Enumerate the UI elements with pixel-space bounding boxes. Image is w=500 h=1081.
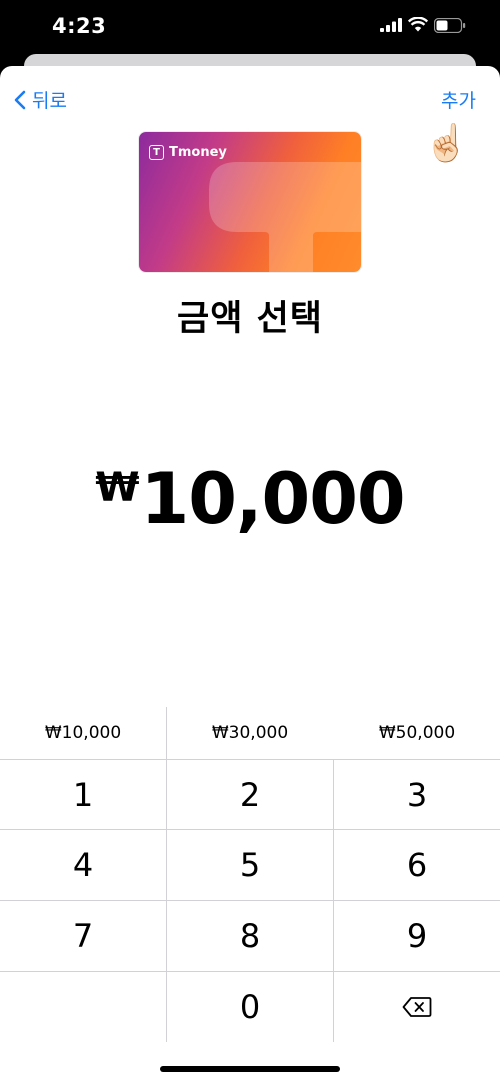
currency-symbol: ₩: [95, 465, 139, 511]
status-bar: 4:23: [0, 0, 500, 56]
add-card-sheet: 뒤로 추가 ☝🏻 T Tmoney 금액 선택 ₩10,000 ₩10,000 …: [0, 66, 500, 1081]
page-title: 금액 선택: [177, 299, 323, 339]
wifi-icon: [408, 17, 428, 32]
preset-30000-button[interactable]: ₩30,000: [167, 707, 333, 759]
card-brand-name: Tmoney: [169, 145, 227, 160]
cellular-signal-icon: [380, 18, 402, 32]
amount-value: 10,000: [140, 458, 406, 540]
amount-display: ₩10,000: [0, 458, 500, 540]
card-logo-mark: T: [149, 145, 164, 160]
add-button[interactable]: 추가: [441, 86, 476, 113]
card-brand-logo: T Tmoney: [149, 145, 227, 160]
key-7[interactable]: 7: [0, 901, 166, 971]
pointing-hand-icon: ☝🏻: [424, 123, 469, 164]
status-time: 4:23: [52, 14, 107, 38]
delete-backspace-icon: [402, 997, 432, 1017]
key-9[interactable]: 9: [334, 901, 500, 971]
tmoney-card-image: T Tmoney: [139, 132, 361, 272]
key-2[interactable]: 2: [167, 760, 333, 830]
key-6[interactable]: 6: [334, 830, 500, 900]
preset-amounts: ₩10,000 ₩30,000 ₩50,000: [0, 707, 500, 759]
key-1[interactable]: 1: [0, 760, 166, 830]
back-button-label: 뒤로: [32, 90, 67, 112]
key-5[interactable]: 5: [167, 830, 333, 900]
chevron-left-icon: [14, 90, 26, 109]
key-empty: [0, 972, 166, 1042]
preset-10000-button[interactable]: ₩10,000: [0, 707, 166, 759]
home-indicator[interactable]: [160, 1066, 340, 1072]
delete-key[interactable]: [334, 972, 500, 1042]
key-3[interactable]: 3: [334, 760, 500, 830]
key-8[interactable]: 8: [167, 901, 333, 971]
key-4[interactable]: 4: [0, 830, 166, 900]
battery-icon: [434, 18, 466, 33]
back-button[interactable]: 뒤로: [14, 86, 67, 113]
key-0[interactable]: 0: [167, 972, 333, 1042]
preset-50000-button[interactable]: ₩50,000: [334, 707, 500, 759]
card-t-graphic: [209, 162, 361, 272]
